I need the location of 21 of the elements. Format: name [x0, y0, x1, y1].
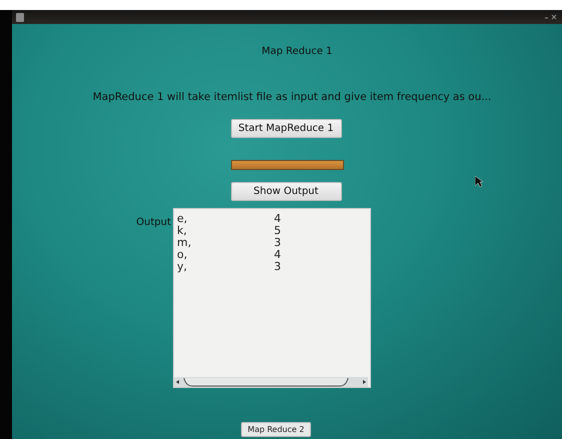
window-title: Map Reduce 1 — [262, 46, 332, 57]
item-text: m, — [177, 237, 192, 249]
output-area[interactable]: e, 4 k, 5 m, 3 o, 4 y, 3 — [173, 208, 371, 388]
show-output-button[interactable]: Show Output — [230, 182, 342, 201]
count-text: 3 — [274, 261, 281, 273]
count-text: 5 — [274, 225, 281, 237]
count-text: 4 — [274, 213, 281, 225]
window-controls-icon[interactable] — [544, 13, 558, 21]
item-text: o, — [177, 249, 188, 261]
item-text: e, — [177, 213, 188, 225]
count-text: 3 — [274, 237, 281, 249]
app-icon — [16, 12, 24, 22]
start-button[interactable]: Start MapReduce 1 — [230, 119, 342, 138]
output-label: Output — [135, 217, 171, 228]
cursor-icon — [475, 176, 483, 188]
map-reduce-2-button[interactable]: Map Reduce 2 — [240, 422, 312, 437]
horizontal-scrollbar[interactable] — [174, 377, 368, 387]
description-text: MapReduce 1 will take itemlist file as input and give item frequency as ou... — [92, 91, 492, 103]
item-text: k, — [177, 225, 188, 237]
count-text: 4 — [274, 249, 281, 261]
item-text: y, — [177, 261, 188, 273]
